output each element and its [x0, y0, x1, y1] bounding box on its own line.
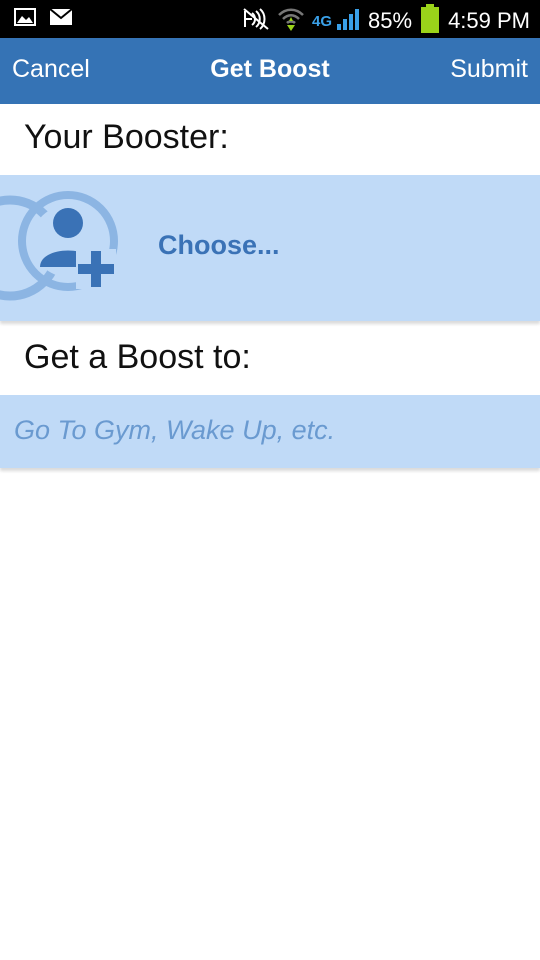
booster-section-label: Your Booster: — [24, 118, 229, 156]
clock: 4:59 PM — [448, 8, 530, 33]
network-type-label: 4G — [312, 12, 333, 30]
goal-field-container — [0, 395, 540, 468]
battery-icon — [420, 4, 440, 38]
battery-percent: 85% — [368, 8, 413, 33]
nfc-muted-icon — [242, 7, 270, 35]
status-bar-left — [14, 8, 73, 30]
email-icon — [49, 8, 73, 29]
status-bar-right: 4G 85% 4:59 PM — [242, 4, 530, 38]
choose-label: Choose... — [158, 230, 280, 260]
image-icon — [14, 8, 36, 30]
signal-icon — [336, 7, 360, 35]
app-bar: Cancel Get Boost Submit — [0, 38, 540, 104]
submit-button[interactable]: Submit — [450, 55, 528, 84]
wifi-icon — [278, 7, 304, 35]
goal-input[interactable] — [14, 410, 514, 450]
add-person-icon — [0, 183, 125, 317]
choose-booster-button[interactable]: Choose... — [0, 175, 540, 321]
goal-section-label: Get a Boost to: — [24, 338, 251, 376]
status-bar: 4G 85% 4:59 PM — [0, 0, 540, 38]
